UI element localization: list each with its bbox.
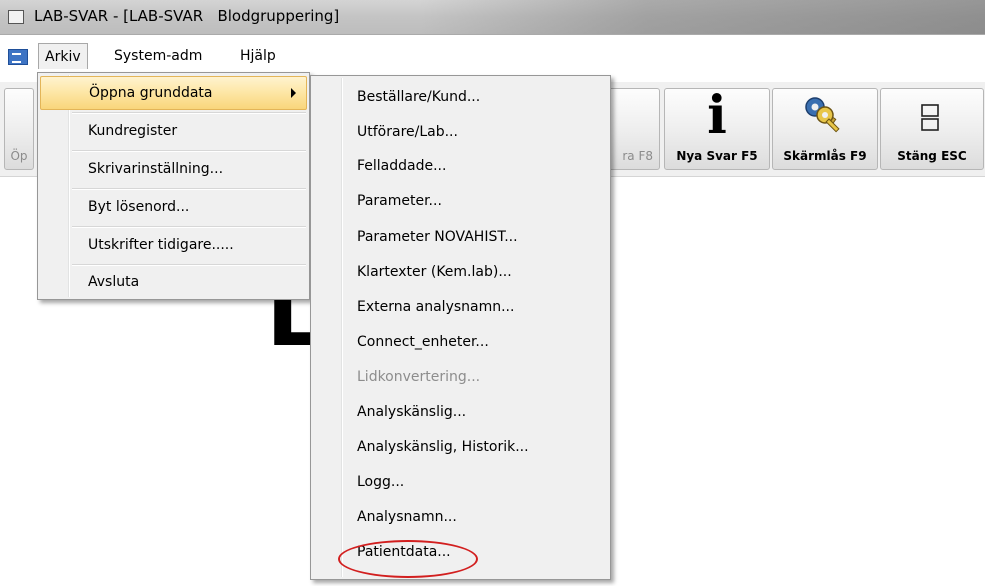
submenu-item-bestallare-kund[interactable]: Beställare/Kund...: [357, 89, 480, 113]
toolbar-button-open-label: Öp: [10, 149, 28, 163]
info-icon: i: [707, 85, 727, 146]
menu-item-kundregister[interactable]: Kundregister: [40, 115, 307, 149]
submenu-item-externa-analysnamn[interactable]: Externa analysnamn...: [357, 299, 514, 323]
menu-system-adm[interactable]: System-adm: [108, 43, 208, 69]
submenu-item-analysnamn[interactable]: Analysnamn...: [357, 509, 457, 533]
window-icon: [921, 104, 939, 131]
title-bar[interactable]: LAB-SVAR - [LAB-SVAR Blodgruppering]: [0, 0, 985, 35]
menu-item-label: Avsluta: [88, 274, 140, 290]
arkiv-menu: Öppna grunddata Kundregister Skrivarinst…: [37, 72, 310, 300]
menu-item-utskrifter-tidigare[interactable]: Utskrifter tidigare.....: [40, 229, 307, 263]
submenu-item-utforare-lab[interactable]: Utförare/Lab...: [357, 124, 458, 148]
menu-item-label: Skrivarinställning...: [88, 161, 224, 177]
menu-separator: [72, 112, 306, 114]
menu-item-byt-losenord[interactable]: Byt lösenord...: [40, 191, 307, 225]
annotation-circle: [338, 540, 478, 578]
keys-icon: [805, 97, 840, 133]
submenu-item-lidkonvertering: Lidkonvertering...: [357, 369, 481, 385]
submenu-item-connect-enheter[interactable]: Connect_enheter...: [357, 334, 489, 358]
menu-item-label: Öppna grunddata: [89, 85, 213, 101]
grunddata-submenu: Beställare/Kund... Utförare/Lab... Fella…: [310, 75, 611, 580]
app-window: LAB-SVAR - [LAB-SVAR Blodgruppering] Ark…: [0, 0, 985, 586]
submenu-item-analyskanslig-historik[interactable]: Analyskänslig, Historik...: [357, 439, 529, 463]
chevron-right-icon: [291, 88, 296, 98]
window-title: LAB-SVAR - [LAB-SVAR Blodgruppering]: [34, 7, 340, 25]
nya-svar-label: Nya Svar F5: [676, 149, 758, 163]
menu-item-skrivarinstallning[interactable]: Skrivarinställning...: [40, 153, 307, 187]
menu-gutter: [341, 78, 343, 577]
menu-item-label: Utskrifter tidigare.....: [88, 237, 234, 253]
submenu-item-analyskanslig[interactable]: Analyskänslig...: [357, 404, 466, 428]
stang-label: Stäng ESC: [897, 149, 967, 163]
menu-item-oppna-grunddata[interactable]: Öppna grunddata: [40, 76, 307, 110]
submenu-item-logg[interactable]: Logg...: [357, 474, 404, 498]
stang-button[interactable]: Stäng ESC: [880, 88, 984, 170]
menu-bar: Arkiv System-adm Hjälp: [0, 40, 985, 72]
menu-arkiv[interactable]: Arkiv: [38, 43, 88, 69]
menu-separator: [72, 226, 306, 228]
skarmlas-button[interactable]: Skärmlås F9: [772, 88, 878, 170]
nya-svar-button[interactable]: i Nya Svar F5: [664, 88, 770, 170]
submenu-item-parameter[interactable]: Parameter...: [357, 193, 442, 217]
system-menu-icon[interactable]: [8, 49, 28, 65]
app-icon: [8, 10, 24, 24]
menu-separator: [72, 188, 306, 190]
submenu-item-klartexter[interactable]: Klartexter (Kem.lab)...: [357, 264, 512, 288]
title-bar-shade: [420, 0, 985, 34]
menu-item-avsluta[interactable]: Avsluta: [40, 266, 307, 300]
submenu-item-felladdade[interactable]: Felladdade...: [357, 158, 446, 182]
menu-separator: [72, 150, 306, 152]
menu-item-label: Kundregister: [88, 123, 178, 139]
menu-hjalp[interactable]: Hjälp: [234, 43, 282, 69]
toolbar-button-open[interactable]: Öp: [4, 88, 34, 170]
submenu-item-parameter-novahist[interactable]: Parameter NOVAHIST...: [357, 229, 518, 253]
skarmlas-label: Skärmlås F9: [783, 149, 867, 163]
menu-item-label: Byt lösenord...: [88, 199, 190, 215]
